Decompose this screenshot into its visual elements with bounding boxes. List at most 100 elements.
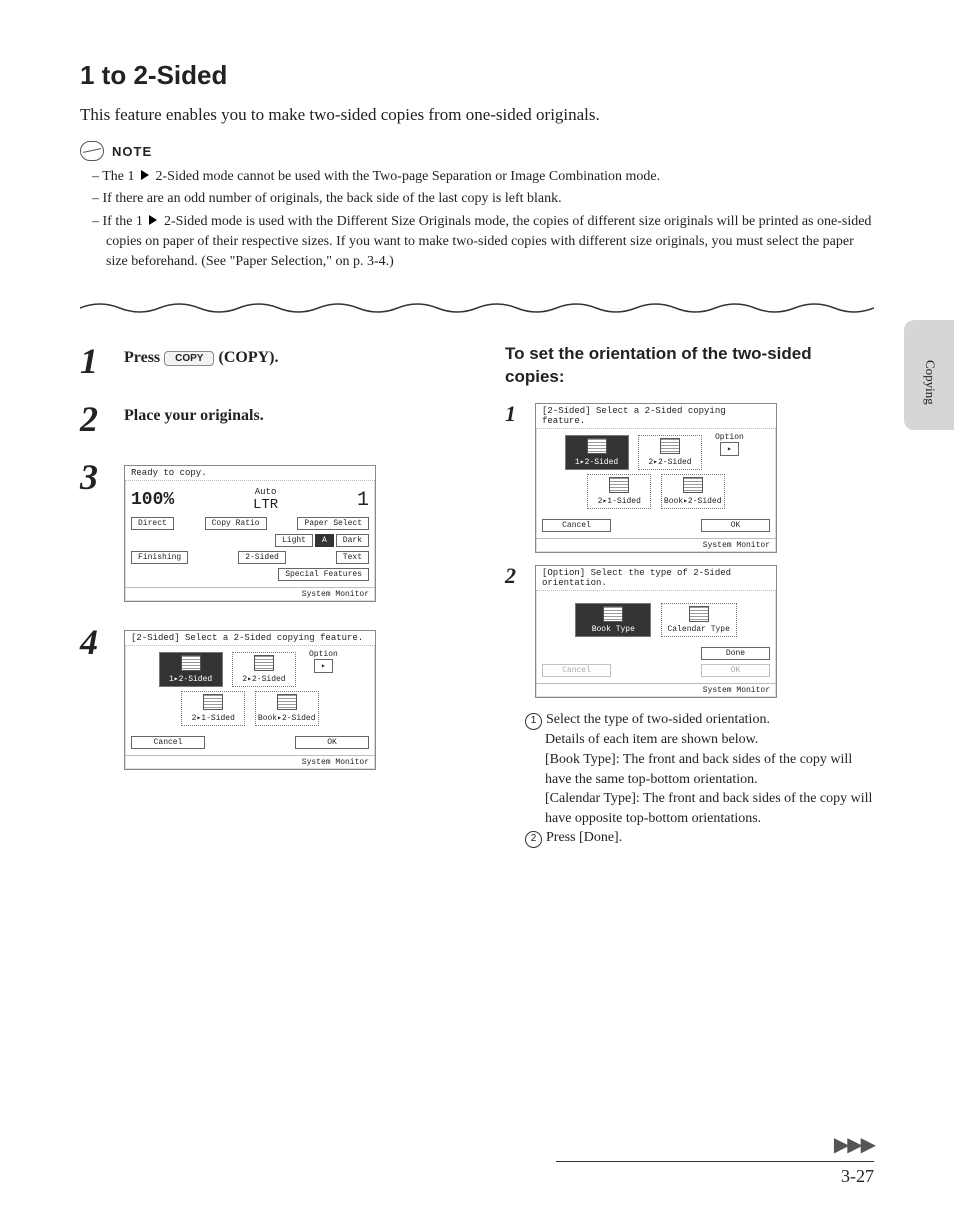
book-type-button[interactable]: Book Type	[575, 603, 651, 637]
calendar-icon	[689, 606, 709, 622]
option-button[interactable]: ▸	[314, 659, 333, 673]
orientation-option-screen: [Option] Select the type of 2-Sided orie…	[535, 565, 777, 698]
one-to-two-sided-button[interactable]: 1▸2-Sided	[159, 652, 223, 687]
calendar-type-button[interactable]: Calendar Type	[661, 603, 737, 637]
pages-icon	[203, 694, 223, 710]
system-monitor-button[interactable]: System Monitor	[125, 587, 375, 601]
pages-icon	[660, 438, 680, 454]
note-item: If the 1 2-Sided mode is used with the D…	[80, 212, 874, 273]
note-header: NOTE	[80, 141, 874, 161]
two-sided-select-screen: [2-Sided] Select a 2-Sided copying featu…	[535, 403, 777, 553]
cancel-button[interactable]: Cancel	[542, 519, 611, 532]
zoom-value: 100%	[131, 490, 174, 510]
system-monitor-button[interactable]: System Monitor	[125, 755, 375, 769]
intro-text: This feature enables you to make two-sid…	[80, 105, 874, 125]
substep-1: 1 [2-Sided] Select a 2-Sided copying fea…	[505, 403, 874, 553]
dark-button[interactable]: Dark	[336, 534, 369, 547]
wavy-divider-icon	[80, 300, 874, 316]
direct-button[interactable]: Direct	[131, 517, 174, 530]
pages-icon	[609, 477, 629, 493]
page-title: 1 to 2-Sided	[80, 60, 874, 91]
pages-icon	[683, 477, 703, 493]
triangle-right-icon	[141, 170, 149, 180]
continue-arrows-icon: ▶▶▶	[80, 1132, 874, 1157]
screen-title: [Option] Select the type of 2-Sided orie…	[536, 566, 776, 591]
option-label: Option	[309, 650, 338, 659]
special-features-button[interactable]: Special Features	[278, 568, 369, 581]
explain-line: Select the type of two-sided orientation…	[546, 712, 770, 727]
step-3: 3 Ready to copy. 100% Auto LTR 1	[80, 459, 449, 602]
pages-icon	[277, 694, 297, 710]
copy-key-icon: COPY	[164, 351, 214, 366]
light-button[interactable]: Light	[275, 534, 313, 547]
cancel-button[interactable]: Cancel	[542, 664, 611, 677]
page-footer: ▶▶▶ 3-27	[80, 1132, 874, 1187]
pages-icon	[181, 655, 201, 671]
pages-icon	[254, 655, 274, 671]
step-text: Place your originals.	[124, 401, 449, 437]
copy-qty: 1	[357, 489, 369, 512]
pages-icon	[587, 438, 607, 454]
left-column: 1 Press COPY (COPY). 2 Place your origin…	[80, 343, 449, 848]
ok-button[interactable]: OK	[701, 519, 770, 532]
auto-label: Auto	[255, 487, 277, 497]
note-list: The 1 2-Sided mode cannot be used with t…	[80, 167, 874, 272]
paper-size: LTR	[253, 497, 278, 513]
one-to-two-sided-button[interactable]: 1▸2-Sided	[565, 435, 629, 470]
ok-button[interactable]: OK	[295, 736, 369, 749]
note-label: NOTE	[112, 144, 152, 159]
two-to-one-sided-button[interactable]: 2▸1-Sided	[181, 691, 245, 726]
pencil-note-icon	[80, 141, 104, 161]
finishing-button[interactable]: Finishing	[131, 551, 188, 564]
side-tab-label: Copying	[922, 360, 938, 405]
step-2: 2 Place your originals.	[80, 401, 449, 437]
done-button[interactable]: Done	[701, 647, 770, 660]
option-button[interactable]: ▸	[720, 442, 739, 456]
substep-number: 1	[505, 403, 523, 553]
side-tab: Copying	[904, 320, 954, 430]
ok-button[interactable]: OK	[701, 664, 770, 677]
option-label: Option	[715, 433, 744, 442]
circled-1-icon: 1	[525, 713, 542, 730]
screen-title: [2-Sided] Select a 2-Sided copying featu…	[125, 631, 375, 646]
two-sided-select-screen: [2-Sided] Select a 2-Sided copying featu…	[124, 630, 376, 770]
book-icon	[603, 606, 623, 622]
book-to-two-sided-button[interactable]: Book▸2-Sided	[255, 691, 319, 726]
step-number: 2	[80, 401, 108, 437]
explain-line: Press [Done].	[546, 830, 622, 845]
substep-number: 2	[505, 565, 523, 698]
page-number: 3-27	[80, 1166, 874, 1187]
cancel-button[interactable]: Cancel	[131, 736, 205, 749]
step-number: 3	[80, 459, 108, 602]
note-item: If there are an odd number of originals,…	[80, 189, 874, 209]
subsection-heading: To set the orientation of the two-sided …	[505, 343, 874, 389]
two-sided-button[interactable]: 2-Sided	[238, 551, 286, 564]
system-monitor-button[interactable]: System Monitor	[536, 538, 776, 552]
step-1: 1 Press COPY (COPY).	[80, 343, 449, 379]
step-4: 4 [2-Sided] Select a 2-Sided copying fea…	[80, 624, 449, 770]
copier-ready-screen: Ready to copy. 100% Auto LTR 1	[124, 465, 376, 602]
book-to-two-sided-button[interactable]: Book▸2-Sided	[661, 474, 725, 509]
paper-select-button[interactable]: Paper Select	[297, 517, 369, 530]
system-monitor-button[interactable]: System Monitor	[536, 683, 776, 697]
copy-ratio-button[interactable]: Copy Ratio	[205, 517, 267, 530]
step-text: Press COPY (COPY).	[124, 343, 449, 379]
density-a-button[interactable]: A	[315, 534, 334, 547]
screen-title: Ready to copy.	[125, 466, 375, 481]
two-to-two-sided-button[interactable]: 2▸2-Sided	[232, 652, 296, 687]
two-to-two-sided-button[interactable]: 2▸2-Sided	[638, 435, 702, 470]
right-column: To set the orientation of the two-sided …	[505, 343, 874, 848]
step-number: 4	[80, 624, 108, 770]
substep-2: 2 [Option] Select the type of 2-Sided or…	[505, 565, 874, 698]
explain-line: [Book Type]: The front and back sides of…	[525, 750, 874, 789]
two-to-one-sided-button[interactable]: 2▸1-Sided	[587, 474, 651, 509]
explain-line: [Calendar Type]: The front and back side…	[525, 789, 874, 828]
text-button[interactable]: Text	[336, 551, 369, 564]
screen-title: [2-Sided] Select a 2-Sided copying featu…	[536, 404, 776, 429]
triangle-right-icon	[149, 215, 157, 225]
step-number: 1	[80, 343, 108, 379]
explain-line: Details of each item are shown below.	[525, 730, 874, 750]
note-item: The 1 2-Sided mode cannot be used with t…	[80, 167, 874, 187]
circled-2-icon: 2	[525, 831, 542, 848]
explanation-block: 1 Select the type of two-sided orientatio…	[505, 710, 874, 848]
